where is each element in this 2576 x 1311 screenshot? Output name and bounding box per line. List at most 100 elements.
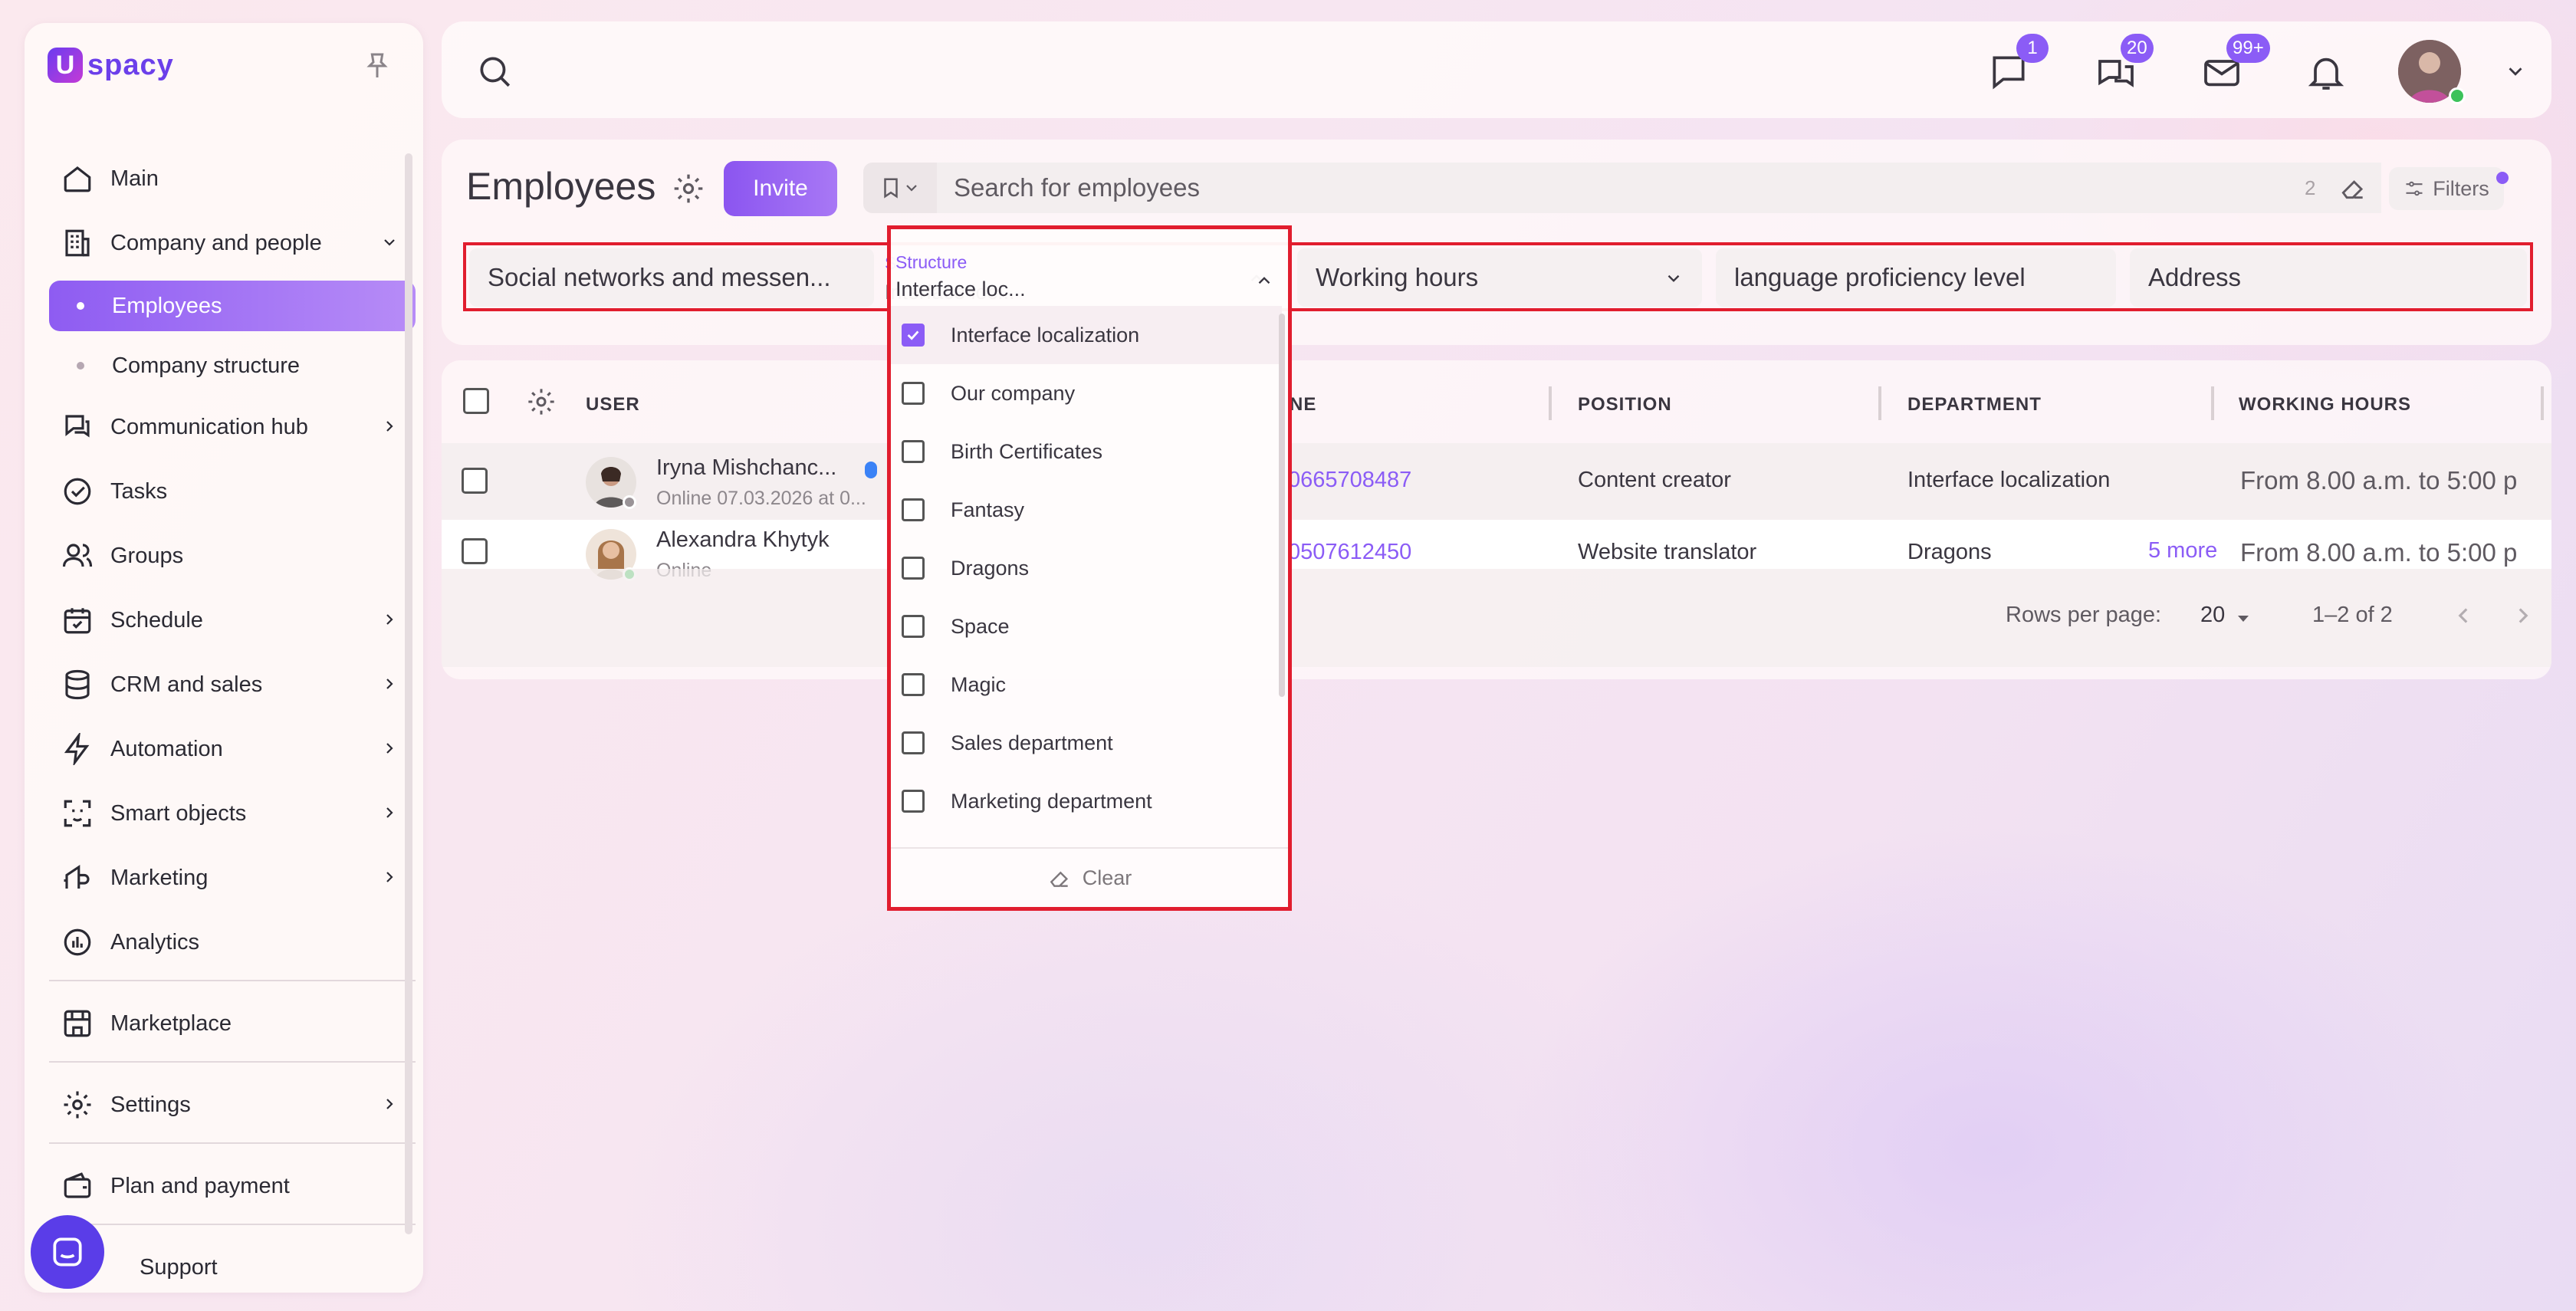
caret-down-icon[interactable] xyxy=(2234,609,2252,627)
social-networks-filter[interactable]: Social networks and messen... xyxy=(469,248,874,307)
address-filter[interactable]: Address xyxy=(2130,248,2527,307)
column-header-working-hours[interactable]: WORKING HOURS xyxy=(2239,394,2411,416)
support-chat-button[interactable] xyxy=(31,1215,104,1289)
employee-name[interactable]: Alexandra Khytyk xyxy=(656,527,830,553)
dropdown-scrollbar[interactable] xyxy=(1279,314,1285,697)
eraser-icon[interactable] xyxy=(2338,173,2367,202)
structure-option[interactable]: Space xyxy=(891,597,1282,656)
structure-filter-value[interactable]: Interface loc... xyxy=(895,278,1026,301)
structure-option[interactable]: Magic xyxy=(891,656,1282,714)
chevron-right-icon xyxy=(386,743,393,754)
mail-badge: 99+ xyxy=(2226,34,2270,63)
structure-option[interactable]: Marketing department xyxy=(891,772,1282,830)
search-icon[interactable] xyxy=(475,52,514,90)
sidebar-item-smart-objects[interactable]: Smart objects xyxy=(49,787,416,840)
column-header-phone[interactable]: NE xyxy=(1290,394,1316,416)
filter-bar: Social networks and messen... Structure … xyxy=(463,242,2533,311)
checkbox[interactable] xyxy=(902,382,925,405)
structure-option[interactable]: Fantasy xyxy=(891,481,1282,539)
pin-icon[interactable] xyxy=(362,51,393,81)
sidebar-item-employees[interactable]: Employees xyxy=(49,281,416,331)
info-icon[interactable] xyxy=(865,462,877,478)
gear-icon[interactable] xyxy=(526,386,557,417)
chevron-up-icon[interactable] xyxy=(1254,271,1274,291)
gear-icon[interactable] xyxy=(672,172,705,205)
checkbox[interactable] xyxy=(902,790,925,813)
column-resize-handle[interactable] xyxy=(2211,386,2214,420)
filter-label: Address xyxy=(2148,263,2242,291)
sidebar-item-company-structure[interactable]: Company structure xyxy=(49,340,416,391)
sidebar-divider xyxy=(49,1061,416,1063)
filters-label: Filters xyxy=(2433,176,2489,200)
sidebar-item-schedule[interactable]: Schedule xyxy=(49,593,416,647)
select-all-checkbox[interactable] xyxy=(463,388,489,414)
chevron-down-icon[interactable] xyxy=(2504,60,2527,83)
logo[interactable]: U spacy xyxy=(48,48,174,83)
checkbox[interactable] xyxy=(902,498,925,521)
search-result-count: 2 xyxy=(2305,176,2316,199)
invite-button[interactable]: Invite xyxy=(724,161,837,216)
column-resize-handle[interactable] xyxy=(1878,386,1881,420)
mail-button[interactable]: 99+ xyxy=(2200,34,2270,94)
structure-option[interactable]: Our company xyxy=(891,364,1282,422)
gear-icon xyxy=(60,1087,95,1122)
checkbox[interactable] xyxy=(902,673,925,696)
sidebar-scrollbar[interactable] xyxy=(405,153,412,1234)
checkbox[interactable] xyxy=(902,615,925,638)
employee-department: Dragons xyxy=(1907,540,1992,564)
employee-position: Content creator xyxy=(1578,468,1731,492)
employee-name[interactable]: Iryna Mishchanc... xyxy=(656,455,836,481)
row-checkbox[interactable] xyxy=(462,468,488,494)
check-icon xyxy=(907,330,919,340)
employee-position: Website translator xyxy=(1578,540,1757,564)
checkbox[interactable] xyxy=(902,557,925,580)
filters-button[interactable]: Filters xyxy=(2389,167,2504,210)
sidebar-item-marketplace[interactable]: Marketplace xyxy=(49,997,416,1050)
column-resize-handle[interactable] xyxy=(2541,386,2544,420)
sidebar-item-settings[interactable]: Settings xyxy=(49,1078,416,1132)
structure-option[interactable]: Sales department xyxy=(891,714,1282,772)
structure-option[interactable]: Dragons xyxy=(891,539,1282,597)
column-resize-handle[interactable] xyxy=(1549,386,1552,420)
column-header-position[interactable]: POSITION xyxy=(1578,394,1672,416)
sidebar-item-label: Support xyxy=(140,1254,218,1280)
sidebar-item-label: CRM and sales xyxy=(110,672,263,697)
structure-option[interactable]: Birth Certificates xyxy=(891,422,1282,481)
messages-badge: 1 xyxy=(2016,34,2049,63)
column-header-department[interactable]: DEPARTMENT xyxy=(1907,394,2042,416)
checkbox[interactable] xyxy=(902,440,925,463)
column-header-user[interactable]: USER xyxy=(586,394,640,416)
clear-button[interactable]: Clear xyxy=(891,847,1288,907)
sidebar-item-groups[interactable]: Groups xyxy=(49,529,416,583)
messages-button[interactable]: 1 xyxy=(1987,34,2049,94)
wallet-icon xyxy=(60,1168,95,1204)
working-hours-filter[interactable]: Working hours xyxy=(1297,248,1702,307)
chevron-right-icon[interactable] xyxy=(2510,603,2536,629)
sidebar-item-marketing[interactable]: Marketing xyxy=(49,851,416,905)
notifications-button[interactable] xyxy=(2305,51,2348,94)
employee-phone[interactable]: 0507612450 xyxy=(1288,540,1411,565)
employee-search-input[interactable] xyxy=(937,163,2381,213)
rows-per-page-select[interactable]: 20 xyxy=(2200,603,2225,628)
table-row[interactable]: Iryna Mishchanc... Online 07.03.2026 at … xyxy=(442,443,2551,520)
more-departments-link[interactable]: 5 more xyxy=(2148,538,2217,564)
chevron-left-icon[interactable] xyxy=(2450,603,2476,629)
sidebar-item-communication-hub[interactable]: Communication hub xyxy=(49,400,416,454)
sidebar-item-automation[interactable]: Automation xyxy=(49,722,416,776)
row-checkbox[interactable] xyxy=(462,538,488,564)
sidebar-item-main[interactable]: Main xyxy=(49,152,416,205)
sidebar-item-company-and-people[interactable]: Company and people xyxy=(49,216,416,270)
checkbox-checked[interactable] xyxy=(902,324,925,347)
structure-option[interactable]: Interface localization xyxy=(891,306,1282,364)
chats-button[interactable]: 20 xyxy=(2095,34,2154,94)
sidebar-item-tasks[interactable]: Tasks xyxy=(49,465,416,518)
sidebar-item-analytics[interactable]: Analytics xyxy=(49,915,416,969)
sidebar-item-label: Settings xyxy=(110,1092,191,1117)
checkbox[interactable] xyxy=(902,731,925,754)
sidebar-item-plan-and-payment[interactable]: Plan and payment xyxy=(49,1159,416,1213)
saved-filters-button[interactable] xyxy=(863,163,937,213)
table-row[interactable]: Alexandra Khytyk Online 0507612450 Websi… xyxy=(442,520,2551,581)
employee-phone[interactable]: 0665708487 xyxy=(1288,468,1411,493)
language-proficiency-filter[interactable]: language proficiency level xyxy=(1716,248,2116,307)
sidebar-item-crm-and-sales[interactable]: CRM and sales xyxy=(49,658,416,711)
